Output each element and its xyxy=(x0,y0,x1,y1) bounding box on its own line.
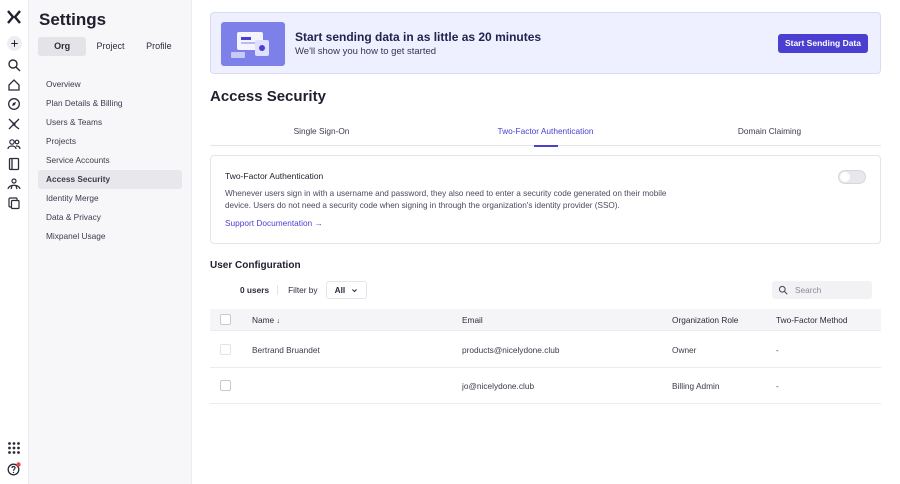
tab-org[interactable]: Org xyxy=(38,37,87,56)
tab-label: Two-Factor Authentication xyxy=(497,126,594,136)
start-sending-data-button[interactable]: Start Sending Data xyxy=(777,34,868,53)
filter-value: All xyxy=(334,285,346,295)
sidebar-item-plan-billing[interactable]: Plan Details & Billing xyxy=(38,94,182,113)
two-factor-toggle[interactable] xyxy=(838,170,866,184)
search-placeholder: Search xyxy=(795,285,822,295)
table-header: Name ↓ Email Organization Role Two-Facto… xyxy=(210,309,881,331)
column-two-factor-method: Two-Factor Method xyxy=(776,315,848,325)
copy-icon[interactable] xyxy=(7,196,21,210)
user-email: jo@nicelydone.club xyxy=(462,381,535,391)
security-tabs: Single Sign-On Two-Factor Authentication… xyxy=(210,126,881,147)
tab-label: Single Sign-On xyxy=(293,126,350,136)
toggle-knob xyxy=(840,172,850,182)
user-role: Owner xyxy=(672,345,697,355)
book-icon[interactable] xyxy=(7,157,21,171)
tab-domain-claiming[interactable]: Domain Claiming xyxy=(658,126,881,146)
sidebar-item-users-teams[interactable]: Users & Teams xyxy=(38,113,182,132)
logo-icon[interactable] xyxy=(7,10,21,24)
sidebar-item-service-accounts[interactable]: Service Accounts xyxy=(38,151,182,170)
home-icon[interactable] xyxy=(7,78,21,92)
tab-project[interactable]: Project xyxy=(86,37,134,56)
column-email: Email xyxy=(462,315,483,325)
active-tab-indicator xyxy=(533,145,558,147)
filter-label: Filter by xyxy=(288,285,318,295)
user-two-factor-method: - xyxy=(776,381,779,391)
sidebar-item-projects[interactable]: Projects xyxy=(38,132,182,151)
select-all-checkbox[interactable] xyxy=(220,314,231,325)
sidebar-item-access-security[interactable]: Access Security xyxy=(38,170,182,189)
help-notification-icon[interactable] xyxy=(7,462,21,476)
tab-profile[interactable]: Profile xyxy=(135,37,183,56)
sort-indicator: ↓ xyxy=(276,318,280,325)
settings-sidebar: Settings Org Project Profile Overview Pl… xyxy=(29,0,192,484)
tab-label: Domain Claiming xyxy=(737,126,802,136)
two-factor-card: Two-Factor Authentication Whenever users… xyxy=(210,155,881,244)
apps-grid-icon[interactable] xyxy=(7,441,21,455)
search-icon[interactable] xyxy=(7,58,21,72)
tab-two-factor[interactable]: Two-Factor Authentication xyxy=(434,126,657,147)
team-icon[interactable] xyxy=(7,177,21,191)
sidebar-item-identity-merge[interactable]: Identity Merge xyxy=(38,189,182,208)
icon-rail xyxy=(0,0,29,484)
user-name: Bertrand Bruandet xyxy=(252,345,320,355)
sidebar-item-mixpanel-usage[interactable]: Mixpanel Usage xyxy=(38,227,182,246)
column-name[interactable]: Name ↓ xyxy=(252,315,280,325)
search-input[interactable]: Search xyxy=(772,281,872,299)
row-checkbox[interactable] xyxy=(220,344,231,355)
sidebar-item-overview[interactable]: Overview xyxy=(38,75,182,94)
two-factor-title: Two-Factor Authentication xyxy=(225,171,324,181)
user-configuration-title: User Configuration xyxy=(210,260,301,271)
users-icon[interactable] xyxy=(7,137,21,151)
scope-tabs: Org Project Profile xyxy=(38,37,183,56)
sidebar-item-data-privacy[interactable]: Data & Privacy xyxy=(38,208,182,227)
search-icon xyxy=(778,285,788,295)
support-documentation-link[interactable]: Support Documentation → xyxy=(225,218,323,228)
column-role: Organization Role xyxy=(672,315,739,325)
settings-nav: Overview Plan Details & Billing Users & … xyxy=(38,75,182,246)
banner-title: Start sending data in as little as 20 mi… xyxy=(295,30,542,44)
table-row: jo@nicelydone.club Billing Admin - xyxy=(210,368,881,404)
user-count: 0 users xyxy=(240,285,279,295)
user-role: Billing Admin xyxy=(672,381,720,391)
two-factor-description: Whenever users sign in with a username a… xyxy=(225,189,667,210)
page-title: Access Security xyxy=(210,88,326,105)
banner-illustration xyxy=(221,22,285,66)
plus-icon[interactable] xyxy=(7,36,22,51)
table-row: Bertrand Bruandet products@nicelydone.cl… xyxy=(210,332,881,368)
chevron-down-icon xyxy=(352,288,358,292)
user-toolbar: 0 users Filter by All xyxy=(240,281,368,299)
sparkle-icon[interactable] xyxy=(7,117,21,131)
row-checkbox[interactable] xyxy=(220,380,231,391)
main-content: Start sending data in as little as 20 mi… xyxy=(192,0,900,484)
tab-single-sign-on[interactable]: Single Sign-On xyxy=(210,126,433,146)
column-name-label: Name xyxy=(252,315,275,325)
onboarding-banner: Start sending data in as little as 20 mi… xyxy=(210,12,881,74)
filter-dropdown[interactable]: All xyxy=(325,281,368,299)
user-two-factor-method: - xyxy=(776,345,779,355)
settings-title: Settings xyxy=(39,10,107,29)
banner-subtitle: We'll show you how to get started xyxy=(295,46,437,57)
user-email: products@nicelydone.club xyxy=(462,345,560,355)
compass-icon[interactable] xyxy=(7,97,21,111)
